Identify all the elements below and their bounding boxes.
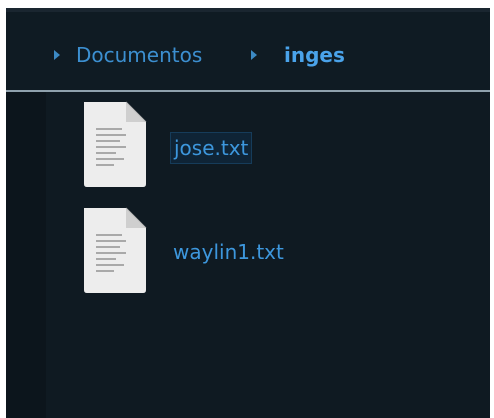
file-item-waylin1[interactable]: waylin1.txt [80, 206, 480, 301]
file-manager-window: Documentos inges jose.txt waylin1.txt [6, 0, 490, 418]
file-name[interactable]: jose.txt [170, 132, 253, 164]
breadcrumb-arrow-icon [251, 50, 257, 60]
breadcrumb-arrow-icon [54, 50, 60, 60]
sidebar [6, 92, 46, 418]
text-file-icon [84, 207, 147, 293]
text-file-icon [84, 101, 147, 187]
file-name[interactable]: waylin1.txt [173, 239, 284, 265]
file-grid: jose.txt waylin1.txt [46, 92, 490, 418]
breadcrumb-item-documentos[interactable]: Documentos [76, 43, 202, 67]
breadcrumb-item-inges[interactable]: inges [284, 43, 345, 67]
breadcrumb: Documentos inges [6, 12, 490, 92]
file-item-jose[interactable]: jose.txt [80, 100, 480, 195]
